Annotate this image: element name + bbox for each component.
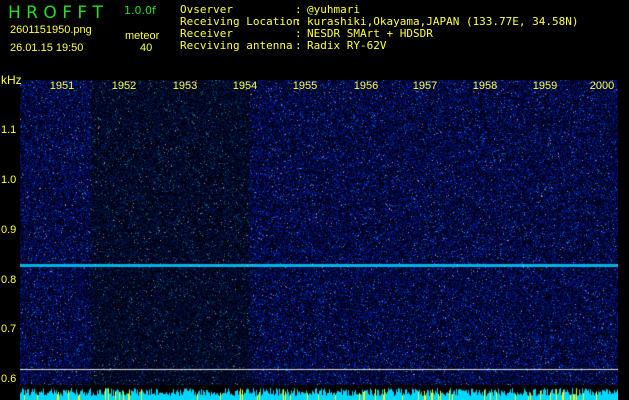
minute-label: 1954: [233, 80, 257, 92]
minute-label: 1957: [413, 80, 437, 92]
datetime: 26.01.15 19:50: [10, 42, 83, 54]
info-label: Recviving antenna: [180, 40, 293, 52]
app-logo: H R O F F T: [8, 3, 103, 23]
minute-label: 1958: [473, 80, 497, 92]
version-label: 1.0.0f: [124, 5, 156, 17]
minute-label: 2000: [590, 80, 614, 92]
y-axis-unit: kHz: [1, 74, 22, 86]
minute-label: 1951: [50, 80, 74, 92]
minute-label: 1956: [354, 80, 378, 92]
minute-label: 1953: [173, 80, 197, 92]
y-tick-label: 0.8: [1, 274, 16, 286]
y-tick-label: 1.0: [1, 174, 16, 186]
spectrogram: [20, 80, 618, 400]
info-value: Radix RY-62V: [307, 40, 386, 52]
minute-label: 1955: [293, 80, 317, 92]
mode-label: meteor: [125, 30, 159, 42]
minute-label: 1959: [533, 80, 557, 92]
y-tick-label: 0.9: [1, 224, 16, 236]
filename: 2601151950.png: [10, 24, 92, 36]
y-tick-label: 1.1: [1, 124, 16, 136]
y-tick-label: 0.6: [1, 373, 16, 385]
meteor-count: 40: [140, 42, 152, 54]
minute-label: 1952: [112, 80, 136, 92]
y-tick-label: 0.7: [1, 323, 16, 335]
